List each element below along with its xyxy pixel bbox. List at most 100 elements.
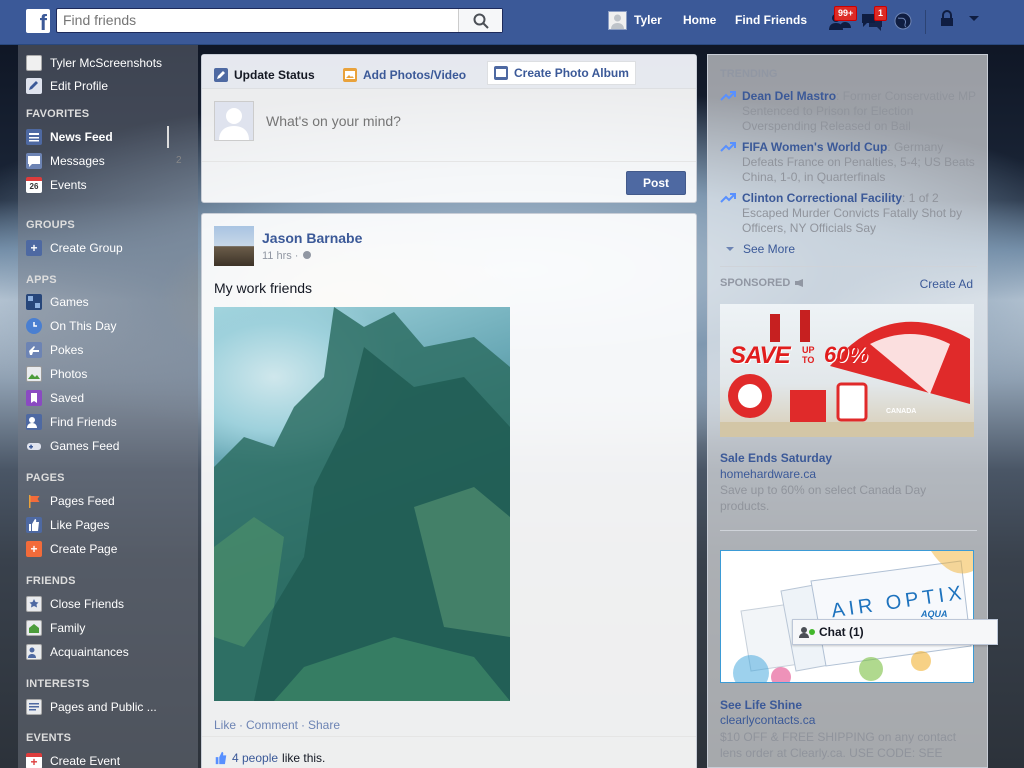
sidebar-item-on-this-day[interactable]: On This Day bbox=[26, 317, 116, 335]
home-link[interactable]: Home bbox=[683, 13, 716, 27]
status-composer: Update Status Add Photos/Video Create Ph… bbox=[201, 54, 697, 203]
trending-item[interactable]: Clinton Correctional Facility: 1 of 2 Es… bbox=[720, 191, 978, 236]
on-this-day-label: On This Day bbox=[50, 319, 117, 333]
right-column: TRENDING Dean Del Mastro: Former Conserv… bbox=[707, 54, 988, 768]
post-timestamp[interactable]: 11 hrs · bbox=[262, 250, 312, 262]
sidebar-item-games-feed[interactable]: Games Feed bbox=[26, 437, 119, 455]
sidebar-item-create-group[interactable]: + Create Group bbox=[26, 239, 123, 257]
ad-title[interactable]: Sale Ends Saturday bbox=[720, 451, 832, 465]
facebook-logo[interactable]: f bbox=[26, 9, 50, 33]
post-text: My work friends bbox=[214, 280, 313, 296]
flag-icon bbox=[26, 493, 42, 509]
top-navigation-bar: f Tyler Home Find Friends 99+ 1 bbox=[0, 0, 1024, 45]
user-avatar-small[interactable] bbox=[608, 11, 627, 30]
sidebar-item-pages-feed[interactable]: Pages Feed bbox=[26, 492, 115, 510]
groups-header: GROUPS bbox=[26, 219, 75, 231]
privacy-shortcuts[interactable] bbox=[938, 10, 964, 34]
notifications-jewel[interactable] bbox=[892, 10, 918, 34]
tab-create-album[interactable]: Create Photo Album bbox=[487, 61, 636, 85]
search-box bbox=[56, 8, 503, 33]
ad-domain[interactable]: homehardware.ca bbox=[720, 467, 816, 481]
star-list-icon bbox=[26, 596, 42, 612]
sidebar-item-find-friends[interactable]: Find Friends bbox=[26, 413, 117, 431]
events-label: Events bbox=[50, 178, 87, 192]
messages-jewel[interactable]: 1 bbox=[860, 6, 888, 34]
friends-header: FRIENDS bbox=[26, 575, 76, 587]
sidebar-item-create-event[interactable]: + Create Event bbox=[26, 752, 120, 768]
profile-link[interactable]: Tyler bbox=[634, 13, 662, 27]
acquaintances-label: Acquaintances bbox=[50, 645, 129, 659]
edit-profile-label: Edit Profile bbox=[50, 79, 109, 93]
account-menu[interactable] bbox=[966, 10, 992, 34]
share-link[interactable]: Share bbox=[308, 718, 340, 732]
find-friends-icon bbox=[26, 414, 42, 430]
apps-header: APPS bbox=[26, 274, 57, 286]
tab-add-photos[interactable]: Add Photos/Video bbox=[343, 63, 466, 87]
games-icon bbox=[26, 294, 42, 310]
events-header: EVENTS bbox=[26, 732, 72, 744]
tab-create-album-label: Create Photo Album bbox=[514, 66, 629, 80]
likes-count-link[interactable]: 4 people bbox=[232, 751, 278, 765]
megaphone-icon bbox=[795, 279, 804, 287]
sidebar-item-pokes[interactable]: Pokes bbox=[26, 341, 83, 359]
family-icon bbox=[26, 620, 42, 636]
status-input[interactable] bbox=[266, 113, 666, 129]
sidebar-item-photos[interactable]: Photos bbox=[26, 365, 87, 383]
sidebar-item-news-feed[interactable]: News Feed bbox=[26, 128, 113, 146]
search-input[interactable] bbox=[57, 9, 457, 31]
pages-public-label: Pages and Public ... bbox=[50, 700, 157, 714]
composer-footer: Post bbox=[202, 161, 696, 203]
privacy-lock-icon bbox=[941, 10, 953, 26]
games-label: Games bbox=[50, 295, 89, 309]
sidebar-item-saved[interactable]: Saved bbox=[26, 389, 84, 407]
sidebar-item-close-friends[interactable]: Close Friends bbox=[26, 595, 124, 613]
search-button[interactable] bbox=[458, 9, 502, 32]
ad-body: Save up to 60% on select Canada Day prod… bbox=[720, 483, 927, 513]
ad-image-homehardware[interactable]: SAVE UP TO 60% CANADA bbox=[720, 304, 974, 437]
post-button[interactable]: Post bbox=[626, 171, 686, 195]
ad-umbrella-text: CANADA bbox=[886, 408, 917, 415]
sponsored-label: SPONSORED bbox=[720, 277, 791, 289]
friend-requests-jewel[interactable]: 99+ bbox=[828, 6, 858, 34]
sidebar-profile[interactable]: Tyler McScreenshots bbox=[26, 54, 162, 72]
post-photo[interactable] bbox=[214, 307, 510, 701]
profile-avatar-icon bbox=[26, 55, 42, 71]
divider bbox=[720, 266, 977, 267]
calendar-icon: 26 bbox=[26, 177, 42, 193]
author-avatar[interactable] bbox=[214, 226, 254, 266]
ad-title[interactable]: See Life Shine bbox=[720, 698, 802, 712]
sidebar-edit-profile[interactable]: Edit Profile bbox=[26, 77, 108, 95]
sidebar-item-family[interactable]: Family bbox=[26, 619, 85, 637]
create-ad-link[interactable]: Create Ad bbox=[920, 277, 973, 291]
ad-image-clearly[interactable]: AIR OPTIX AQUA bbox=[720, 550, 974, 683]
trending-item[interactable]: Dean Del Mastro: Former Conservative MP … bbox=[720, 89, 978, 134]
clock-icon bbox=[26, 318, 42, 334]
chevron-down-icon bbox=[726, 247, 734, 251]
trending-header: TRENDING bbox=[720, 68, 778, 80]
pages-header: PAGES bbox=[26, 472, 65, 484]
saved-label: Saved bbox=[50, 391, 85, 405]
sidebar-item-games[interactable]: Games bbox=[26, 293, 89, 311]
sidebar-item-like-pages[interactable]: Like Pages bbox=[26, 516, 109, 534]
author-name[interactable]: Jason Barnabe bbox=[262, 230, 362, 246]
user-silhouette-icon bbox=[219, 108, 249, 140]
see-more-trending[interactable]: See More bbox=[725, 242, 795, 256]
comment-link[interactable]: Comment bbox=[246, 718, 298, 732]
sidebar-item-acquaintances[interactable]: Acquaintances bbox=[26, 643, 129, 661]
sidebar-item-events[interactable]: 26 Events bbox=[26, 176, 87, 194]
tree-photo-image bbox=[214, 307, 510, 701]
sidebar-item-create-page[interactable]: + Create Page bbox=[26, 540, 117, 558]
sidebar-item-messages[interactable]: Messages bbox=[26, 152, 105, 170]
ad-domain[interactable]: clearlycontacts.ca bbox=[720, 713, 815, 727]
trending-topic: Dean Del Mastro bbox=[742, 89, 837, 103]
tab-update-status-label: Update Status bbox=[234, 68, 315, 82]
sidebar-item-pages-public[interactable]: Pages and Public ... bbox=[26, 698, 157, 716]
trending-arrow-icon bbox=[720, 193, 736, 203]
like-link[interactable]: Like bbox=[214, 718, 236, 732]
active-indicator bbox=[167, 126, 169, 148]
chat-tab[interactable]: Chat (1) bbox=[792, 619, 998, 645]
trending-item[interactable]: FIFA Women's World Cup: Germany Defeats … bbox=[720, 140, 978, 185]
feed-story: Jason Barnabe 11 hrs · My work friends L… bbox=[201, 213, 697, 768]
tab-update-status[interactable]: Update Status bbox=[214, 63, 315, 87]
find-friends-link[interactable]: Find Friends bbox=[735, 13, 807, 27]
